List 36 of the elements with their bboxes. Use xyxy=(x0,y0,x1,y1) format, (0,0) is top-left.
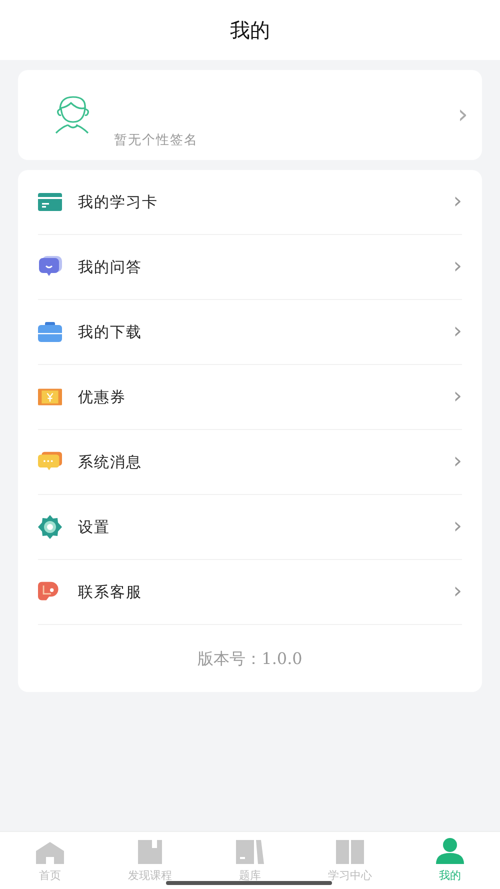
menu-item[interactable]: 联系客服 › xyxy=(38,560,462,625)
menu-label: 我的问答 xyxy=(78,258,143,276)
book-icon xyxy=(138,840,162,864)
home-icon xyxy=(36,842,64,864)
signature-text: 暂无个性签名 xyxy=(114,132,199,149)
menu-item[interactable]: 设置 › xyxy=(38,495,462,560)
menu-label: 我的下载 xyxy=(78,322,143,342)
page-title: 我的 xyxy=(230,16,270,44)
chat-bubble-icon xyxy=(38,256,62,278)
menu-item[interactable]: 我的学习卡 › xyxy=(38,170,462,235)
menu-item[interactable]: 我的下载 › xyxy=(38,300,462,365)
menu-label: 优惠券 xyxy=(78,388,127,406)
menu-label: 联系客服 xyxy=(78,582,143,602)
menu-label: 系统消息 xyxy=(78,452,143,472)
chevron-icon: › xyxy=(453,581,462,603)
chevron-icon: › xyxy=(453,256,462,278)
chevron-icon: › xyxy=(453,451,462,473)
menu-item[interactable]: 我的问答 › xyxy=(38,235,462,300)
coupon-icon xyxy=(38,388,62,406)
settings-icon xyxy=(38,515,62,539)
menu-item[interactable]: 系统消息 › xyxy=(38,430,462,495)
card-icon xyxy=(38,193,62,211)
chevron-icon: › xyxy=(458,102,468,128)
chevron-icon: › xyxy=(453,191,462,213)
briefcase-icon xyxy=(38,322,62,342)
menu-item[interactable]: 优惠券 › xyxy=(38,365,462,430)
version-text: 版本号：1.0.0 xyxy=(196,648,304,670)
menu-label: 我的学习卡 xyxy=(78,192,159,212)
chevron-icon: › xyxy=(453,516,462,538)
chevron-icon: › xyxy=(453,386,462,408)
person-icon xyxy=(436,838,464,864)
message-icon xyxy=(38,451,62,473)
open-book-icon xyxy=(336,840,364,864)
chevron-icon: › xyxy=(453,321,462,343)
books-icon xyxy=(236,840,264,864)
menu-label: 设置 xyxy=(78,518,111,536)
